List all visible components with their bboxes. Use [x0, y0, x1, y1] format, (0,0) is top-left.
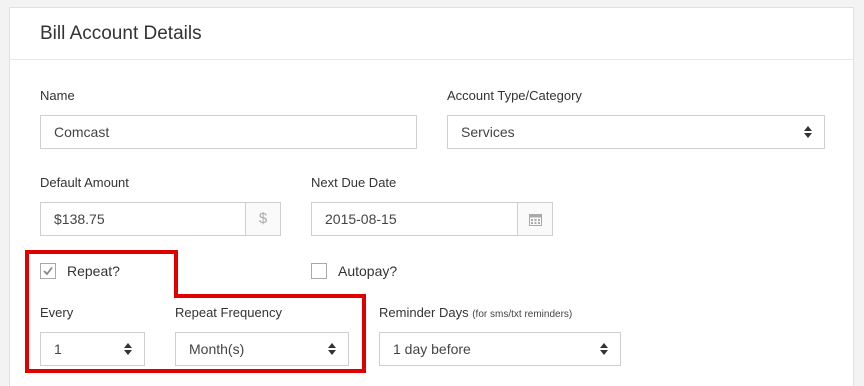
every-value: 1: [54, 341, 62, 357]
next-due-date-value: 2015-08-15: [325, 211, 397, 227]
default-amount-value: $138.75: [54, 211, 105, 227]
highlight-segment: [25, 250, 178, 254]
autopay-label: Autopay?: [338, 263, 398, 279]
autopay-checkbox[interactable]: [311, 263, 327, 279]
default-amount-label: Default Amount: [40, 175, 129, 190]
repeat-frequency-label: Repeat Frequency: [175, 305, 282, 320]
every-label: Every: [40, 305, 74, 320]
reminder-days-select[interactable]: 1 day before: [379, 332, 621, 366]
repeat-frequency-value: Month(s): [189, 341, 245, 357]
account-type-value: Services: [461, 124, 515, 140]
highlight-segment: [25, 369, 366, 373]
reminder-days-hint: (for sms/txt reminders): [472, 309, 573, 320]
reminder-days-label-text: Reminder Days: [379, 305, 469, 320]
repeat-frequency-select[interactable]: Month(s): [175, 332, 349, 366]
name-input[interactable]: Comcast: [40, 115, 417, 149]
reminder-days-label: Reminder Days (for sms/txt reminders): [379, 305, 572, 320]
highlight-segment: [174, 250, 178, 298]
every-select[interactable]: 1: [40, 332, 145, 366]
sort-arrows-icon: [124, 343, 132, 355]
calendar-icon[interactable]: [517, 203, 552, 235]
sort-arrows-icon: [600, 343, 608, 355]
highlight-segment: [362, 294, 366, 373]
account-type-label: Account Type/Category: [447, 88, 582, 103]
panel-title: Bill Account Details: [40, 23, 202, 44]
highlight-segment: [25, 250, 29, 373]
account-type-select[interactable]: Services: [447, 115, 825, 149]
bill-account-panel: Bill Account Details: [9, 7, 854, 386]
name-label: Name: [40, 88, 75, 103]
default-amount-input[interactable]: $138.75 $: [40, 202, 281, 236]
reminder-days-value: 1 day before: [393, 341, 471, 357]
dollar-icon: $: [245, 203, 280, 235]
checkmark-icon: [43, 266, 53, 276]
name-value: Comcast: [54, 124, 110, 140]
repeat-label: Repeat?: [67, 263, 120, 279]
next-due-date-input[interactable]: 2015-08-15: [311, 202, 553, 236]
sort-arrows-icon: [328, 343, 336, 355]
highlight-segment: [174, 294, 366, 298]
next-due-date-label: Next Due Date: [311, 175, 397, 190]
sort-arrows-icon: [804, 126, 812, 138]
repeat-checkbox[interactable]: [40, 263, 56, 279]
